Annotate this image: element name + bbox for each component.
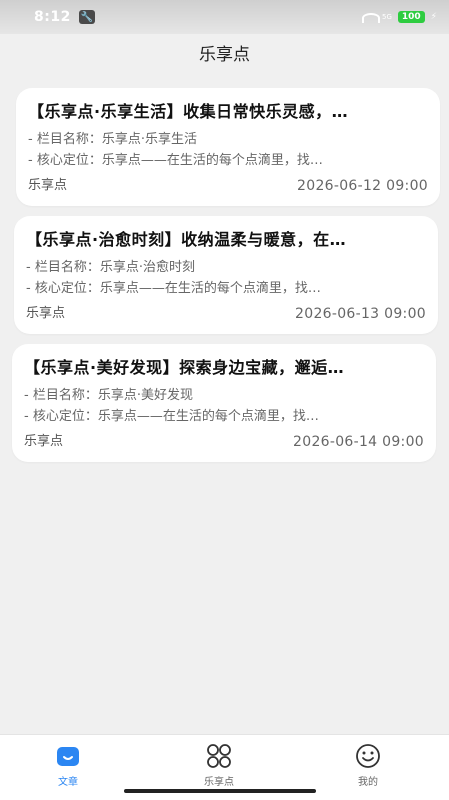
- battery-indicator: 100: [397, 11, 425, 23]
- battery-level: 100: [401, 12, 421, 22]
- article-title: 【乐享点·美好发现】探索身边宝藏，邂逅…: [24, 358, 345, 377]
- article-date: 2026-06-14 09:00: [293, 434, 424, 450]
- article-title: 【乐享点·治愈时刻】收纳温柔与暖意，在…: [26, 230, 347, 249]
- article-positioning: - 核心定位：乐享点——在生活的每个点滴里，找…: [24, 409, 319, 424]
- article-source: 乐享点: [26, 306, 66, 321]
- smiley-icon: [355, 743, 381, 769]
- article-card[interactable]: 【乐享点·美好发现】探索身边宝藏，邂逅… - 栏目名称：乐享点·美好发现 - 核…: [12, 344, 436, 462]
- tab-profile-label: 我的: [358, 777, 378, 788]
- page-title: 乐享点: [199, 45, 250, 65]
- article-card[interactable]: 【乐享点·治愈时刻】收纳温柔与暖意，在… - 栏目名称：乐享点·治愈时刻 - 核…: [14, 216, 438, 334]
- article-column-name: - 栏目名称：乐享点·治愈时刻: [26, 260, 195, 275]
- article-positioning: - 核心定位：乐享点——在生活的每个点滴里，找…: [28, 153, 323, 168]
- article-source: 乐享点: [24, 434, 64, 449]
- tab-articles-label: 文章: [58, 777, 78, 788]
- wifi-icon: [361, 11, 380, 23]
- tab-profile[interactable]: 我的: [333, 743, 403, 788]
- tab-articles[interactable]: 文章: [33, 743, 103, 788]
- article-source: 乐享点: [28, 178, 68, 193]
- article-title: 【乐享点·乐享生活】收集日常快乐灵感，…: [28, 102, 349, 121]
- grid-icon: [206, 743, 232, 769]
- article-date: 2026-06-12 09:00: [297, 178, 428, 194]
- article-date: 2026-06-13 09:00: [295, 306, 426, 322]
- status-bar: 8:12 🔧 5G 100 ⚡: [0, 0, 449, 34]
- tab-lexiangdian-label: 乐享点: [204, 777, 234, 788]
- article-icon: [55, 743, 81, 769]
- charging-icon: ⚡: [430, 12, 437, 22]
- article-column-name: - 栏目名称：乐享点·美好发现: [24, 388, 193, 403]
- app-screen: 8:12 🔧 5G 100 ⚡ 乐享点 【乐享点·乐享生活】收集日常快乐灵感，……: [0, 0, 449, 800]
- article-column-name: - 栏目名称：乐享点·乐享生活: [28, 132, 197, 147]
- home-indicator[interactable]: [124, 789, 316, 793]
- network-type: 5G: [381, 13, 392, 21]
- article-card[interactable]: 【乐享点·乐享生活】收集日常快乐灵感，… - 栏目名称：乐享点·乐享生活 - 核…: [16, 88, 440, 206]
- tab-lexiangdian[interactable]: 乐享点: [184, 743, 254, 788]
- wrench-icon: 🔧: [78, 10, 95, 24]
- status-time: 8:12: [34, 9, 71, 25]
- article-positioning: - 核心定位：乐享点——在生活的每个点滴里，找…: [26, 281, 321, 296]
